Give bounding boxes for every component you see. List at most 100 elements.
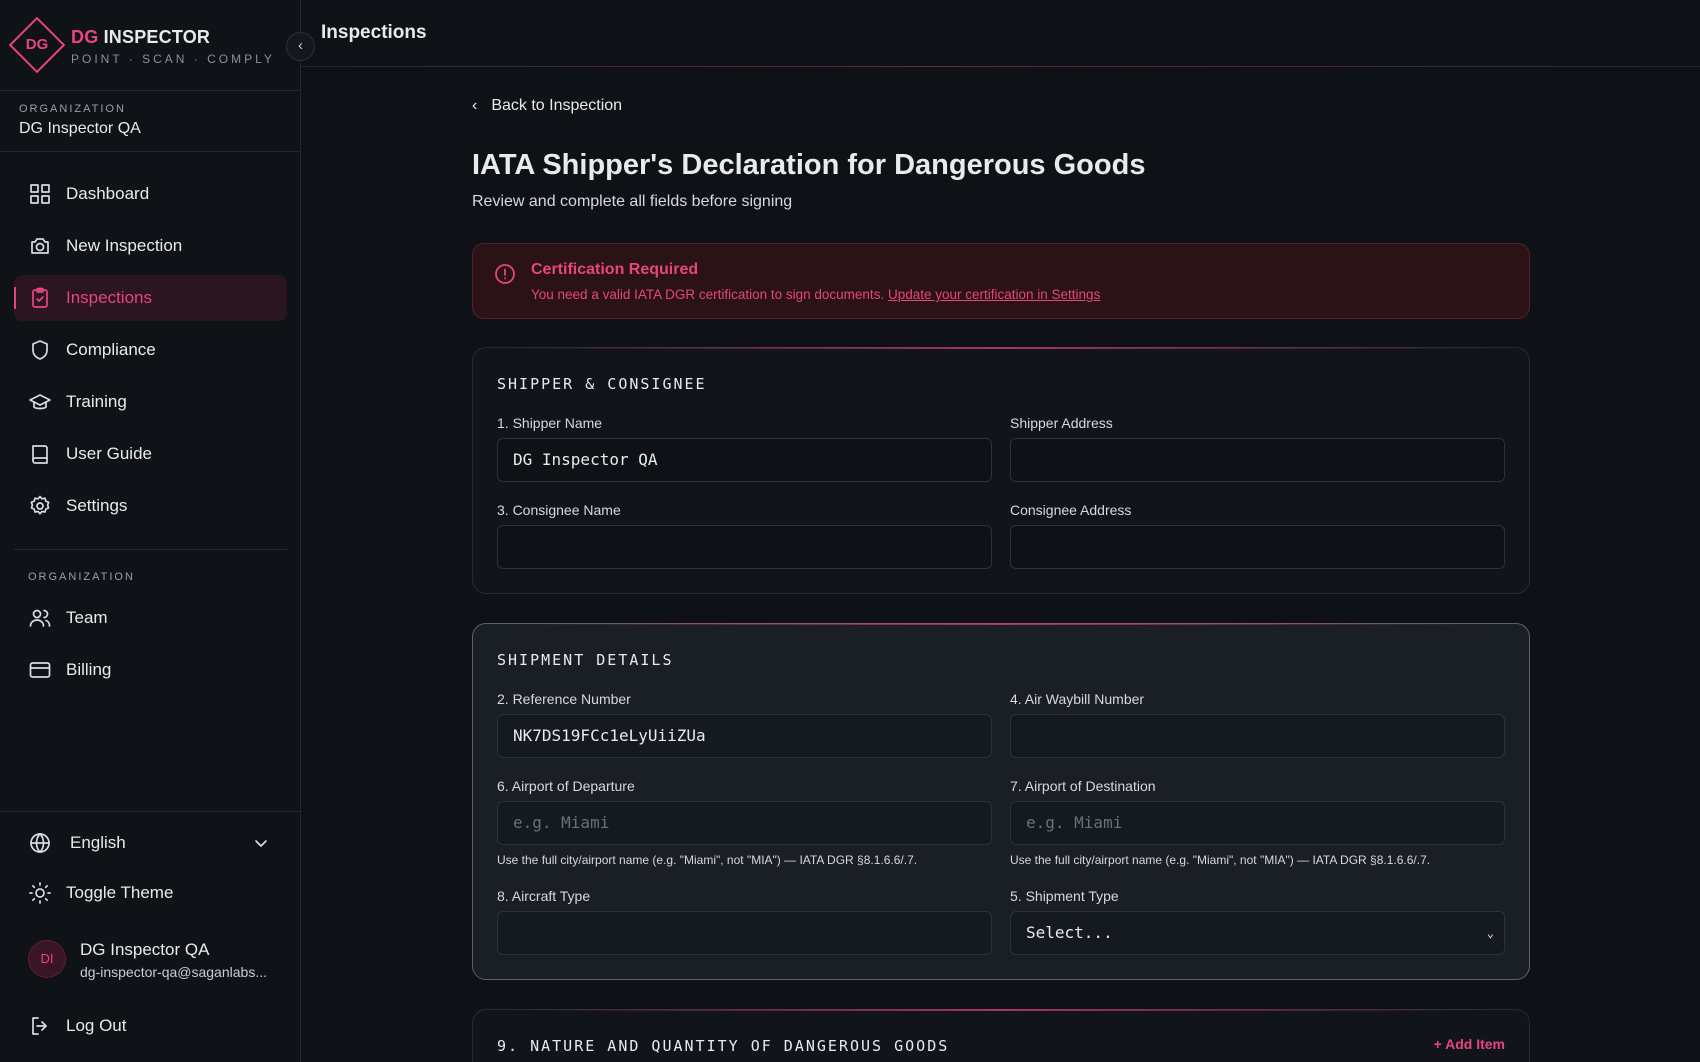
logo-mark: DG bbox=[25, 36, 49, 53]
sidebar-item-compliance[interactable]: Compliance bbox=[14, 327, 287, 373]
shipment-type-label: 5. Shipment Type bbox=[1010, 888, 1119, 904]
credit-card-icon bbox=[28, 658, 52, 682]
card-title: 9. NATURE AND QUANTITY OF DANGEROUS GOOD… bbox=[497, 1037, 950, 1055]
chevron-down-icon bbox=[249, 831, 273, 860]
destination-airport-input[interactable]: e.g. Miami bbox=[1010, 801, 1505, 845]
gear-icon bbox=[28, 494, 52, 518]
sidebar-item-label: User Guide bbox=[66, 444, 152, 463]
header-divider bbox=[302, 66, 1700, 67]
graduation-cap-icon bbox=[28, 390, 52, 414]
page-subtitle: Review and complete all fields before si… bbox=[472, 193, 793, 210]
clipboard-icon bbox=[28, 286, 52, 310]
grid-icon bbox=[28, 182, 52, 206]
destination-airport-label: 7. Airport of Destination bbox=[1010, 778, 1156, 794]
sidebar-item-inspections[interactable]: Inspections bbox=[14, 275, 287, 321]
dangerous-goods-card: 9. NATURE AND QUANTITY OF DANGEROUS GOOD… bbox=[472, 1009, 1530, 1062]
shipper-address-input[interactable] bbox=[1010, 438, 1505, 482]
destination-airport-hint: Use the full city/airport name (e.g. "Mi… bbox=[1010, 853, 1431, 867]
shipper-consignee-card: SHIPPER & CONSIGNEE 1. Shipper Name DG I… bbox=[472, 347, 1530, 594]
card-title: SHIPMENT DETAILS bbox=[497, 651, 674, 669]
sidebar-item-label: Team bbox=[66, 608, 108, 627]
sidebar-item-training[interactable]: Training bbox=[14, 379, 287, 425]
book-icon bbox=[28, 442, 52, 466]
user-profile[interactable]: DI DG Inspector QA dg-inspector-qa@sagan… bbox=[14, 932, 287, 988]
top-header: Inspections bbox=[302, 0, 1700, 67]
chevron-left-icon: ‹ bbox=[298, 37, 303, 54]
brand-title: DG INSPECTOR bbox=[71, 27, 210, 48]
alert-message: You need a valid IATA DGR certification … bbox=[531, 287, 1100, 302]
air-waybill-label: 4. Air Waybill Number bbox=[1010, 691, 1145, 707]
alert-title: Certification Required bbox=[531, 261, 699, 278]
departure-airport-hint: Use the full city/airport name (e.g. "Mi… bbox=[497, 853, 918, 867]
sidebar-item-label: Dashboard bbox=[66, 184, 150, 203]
sidebar-item-label: Training bbox=[66, 392, 127, 411]
sidebar-item-settings[interactable]: Settings bbox=[14, 483, 287, 529]
card-accent bbox=[513, 1009, 1489, 1011]
sidebar-item-label: Inspections bbox=[66, 288, 152, 307]
sidebar: DG DG INSPECTOR POINT · SCAN · COMPLY OR… bbox=[0, 0, 301, 1062]
alert-circle-icon bbox=[493, 262, 517, 286]
consignee-address-input[interactable] bbox=[1010, 525, 1505, 569]
logout-label: Log Out bbox=[66, 1016, 127, 1035]
sidebar-item-user-guide[interactable]: User Guide bbox=[14, 431, 287, 477]
sidebar-divider bbox=[0, 90, 301, 91]
shield-icon bbox=[28, 338, 52, 362]
back-link[interactable]: ‹ Back to Inspection bbox=[472, 97, 622, 115]
sidebar-item-label: Billing bbox=[66, 660, 112, 679]
brand-logo[interactable]: DG DG INSPECTOR POINT · SCAN · COMPLY bbox=[8, 16, 290, 74]
consignee-name-input[interactable] bbox=[497, 525, 992, 569]
language-label: English bbox=[70, 833, 126, 852]
shipper-address-label: Shipper Address bbox=[1010, 415, 1113, 431]
shipment-details-card: SHIPMENT DETAILS 2. Reference Number NK7… bbox=[472, 623, 1530, 980]
certification-alert: Certification Required You need a valid … bbox=[472, 243, 1530, 319]
language-selector[interactable]: English bbox=[14, 820, 287, 866]
air-waybill-input[interactable] bbox=[1010, 714, 1505, 758]
departure-airport-input[interactable]: e.g. Miami bbox=[497, 801, 992, 845]
sidebar-divider bbox=[14, 549, 287, 550]
shipper-name-label: 1. Shipper Name bbox=[497, 415, 603, 431]
user-email: dg-inspector-qa@saganlabs... bbox=[80, 964, 267, 980]
sidebar-item-team[interactable]: Team bbox=[14, 595, 287, 641]
page-header-title: Inspections bbox=[321, 22, 427, 43]
chevron-down-icon: ⌄ bbox=[1486, 926, 1494, 940]
brand-tagline: POINT · SCAN · COMPLY bbox=[71, 52, 275, 66]
sidebar-item-label: New Inspection bbox=[66, 236, 183, 255]
sidebar-item-billing[interactable]: Billing bbox=[14, 647, 287, 693]
avatar: DI bbox=[28, 940, 66, 978]
org-section-label: ORGANIZATION bbox=[28, 571, 135, 583]
aircraft-type-input[interactable] bbox=[497, 911, 992, 955]
shipper-name-input[interactable]: DG Inspector QA bbox=[497, 438, 992, 482]
sidebar-item-dashboard[interactable]: Dashboard bbox=[14, 171, 287, 217]
sun-icon bbox=[28, 881, 52, 905]
card-title: SHIPPER & CONSIGNEE bbox=[497, 375, 707, 393]
users-icon bbox=[28, 606, 52, 630]
sidebar-divider bbox=[0, 151, 301, 152]
sidebar-item-new-inspection[interactable]: New Inspection bbox=[14, 223, 287, 269]
update-certification-link[interactable]: Update your certification in Settings bbox=[888, 287, 1100, 302]
reference-number-label: 2. Reference Number bbox=[497, 691, 631, 707]
camera-icon bbox=[28, 234, 52, 258]
consignee-address-label: Consignee Address bbox=[1010, 502, 1132, 518]
departure-airport-label: 6. Airport of Departure bbox=[497, 778, 635, 794]
card-accent bbox=[513, 347, 1489, 349]
reference-number-input[interactable]: NK7DS19FCc1eLyUiiZUa bbox=[497, 714, 992, 758]
chevron-left-icon: ‹ bbox=[472, 97, 478, 114]
logout-icon bbox=[28, 1014, 52, 1038]
add-item-button[interactable]: + Add Item bbox=[1434, 1036, 1505, 1052]
collapse-sidebar-button[interactable]: ‹ bbox=[286, 32, 315, 61]
brand-title-accent: DG bbox=[71, 27, 99, 47]
logout-button[interactable]: Log Out bbox=[14, 1003, 287, 1049]
back-link-label: Back to Inspection bbox=[491, 97, 623, 114]
org-label: ORGANIZATION bbox=[19, 103, 126, 115]
shipment-type-select[interactable]: Select... ⌄ bbox=[1010, 911, 1505, 955]
user-name: DG Inspector QA bbox=[80, 940, 210, 959]
toggle-theme-button[interactable]: Toggle Theme bbox=[14, 870, 287, 916]
page-title: IATA Shipper's Declaration for Dangerous… bbox=[472, 149, 1146, 181]
aircraft-type-label: 8. Aircraft Type bbox=[497, 888, 591, 904]
consignee-name-label: 3. Consignee Name bbox=[497, 502, 621, 518]
org-name: DG Inspector QA bbox=[19, 120, 141, 137]
shipment-type-value: Select... bbox=[1026, 923, 1113, 942]
card-accent bbox=[513, 623, 1489, 625]
sidebar-divider bbox=[0, 811, 301, 812]
alert-message-text: You need a valid IATA DGR certification … bbox=[531, 287, 888, 302]
